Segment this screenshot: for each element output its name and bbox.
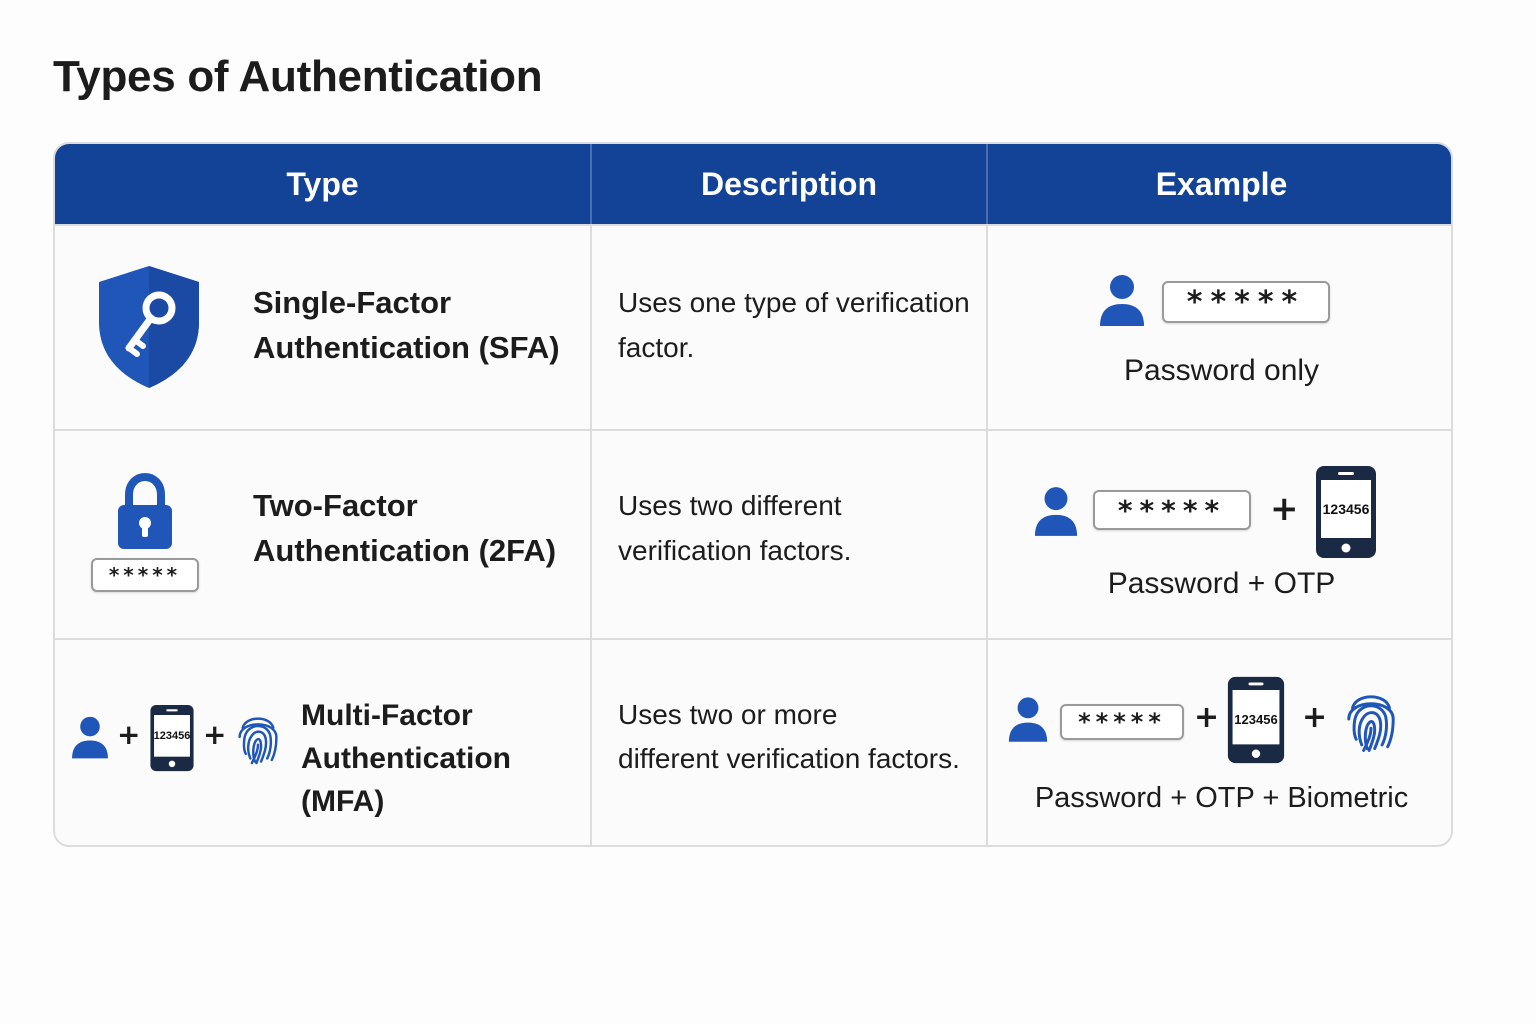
padlock-icon (118, 473, 172, 549)
table-row-2fa: ***** Two-Factor Authentication (2FA) Us… (55, 429, 1451, 638)
plus-sign: + (1194, 700, 1220, 735)
type-cell: + 123456 + Multi-Factor Authentication (… (55, 640, 592, 845)
example-cell: ***** + 123456 Password + OTP (988, 431, 1451, 638)
plus-sign: + (1302, 700, 1328, 735)
plus-sign: + (1270, 489, 1299, 529)
otp-code: 123456 (1234, 712, 1278, 727)
description-cell: Uses two different verification factors. (592, 431, 988, 638)
example-caption: Password + OTP + Biometric (1034, 782, 1409, 814)
otp-code: 123456 (1322, 501, 1370, 517)
shield-key-icon (99, 266, 199, 388)
column-header-example: Example (1155, 165, 1288, 202)
description-cell: Uses one type of verification factor. (592, 226, 988, 429)
example-caption: Password only (1123, 354, 1320, 387)
description-text: Uses two or more different verification … (618, 699, 960, 774)
example-cell: ***** Password only (988, 226, 1451, 429)
table-row-sfa: Single-Factor Authentication (SFA) Uses … (55, 224, 1451, 429)
otp-code: 123456 (153, 730, 191, 742)
type-cell: Single-Factor Authentication (SFA) (55, 226, 592, 429)
plus-sign: + (117, 718, 141, 751)
example-caption: Password + OTP (1107, 567, 1336, 600)
fingerprint-icon (1347, 695, 1395, 752)
table-row-mfa: + 123456 + Multi-Factor Authentication (… (55, 638, 1451, 845)
type-label: Two-Factor Authentication (2FA) (253, 488, 557, 568)
plus-sign: + (203, 718, 227, 751)
column-header-description: Description (592, 144, 988, 224)
type-label: Multi-Factor Authentication (MFA) (301, 699, 511, 818)
type-label: Single-Factor Authentication (SFA) (253, 285, 560, 365)
user-icon (1008, 697, 1048, 742)
user-icon (72, 716, 108, 759)
description-text: Uses one type of verification factor. (618, 287, 970, 363)
description-cell: Uses two or more different verification … (592, 640, 988, 845)
table-header: Type Description Example (55, 144, 1451, 224)
page-title: Types of Authentication (53, 52, 543, 101)
password-field: ***** (1060, 704, 1184, 740)
fingerprint-icon (238, 717, 278, 765)
example-cell: ***** + 123456 + Password + OTP + Biomet… (988, 640, 1451, 845)
user-icon (1100, 275, 1144, 326)
password-field: ***** (1093, 490, 1251, 530)
type-cell: ***** Two-Factor Authentication (2FA) (55, 431, 592, 638)
authentication-table: Type Description Example Single-Factor A… (53, 142, 1453, 847)
description-text: Uses two different verification factors. (618, 490, 852, 566)
column-header-type: Type (55, 144, 592, 224)
user-icon (1034, 487, 1078, 536)
password-field: ***** (91, 558, 199, 592)
password-field: ***** (1162, 281, 1330, 323)
